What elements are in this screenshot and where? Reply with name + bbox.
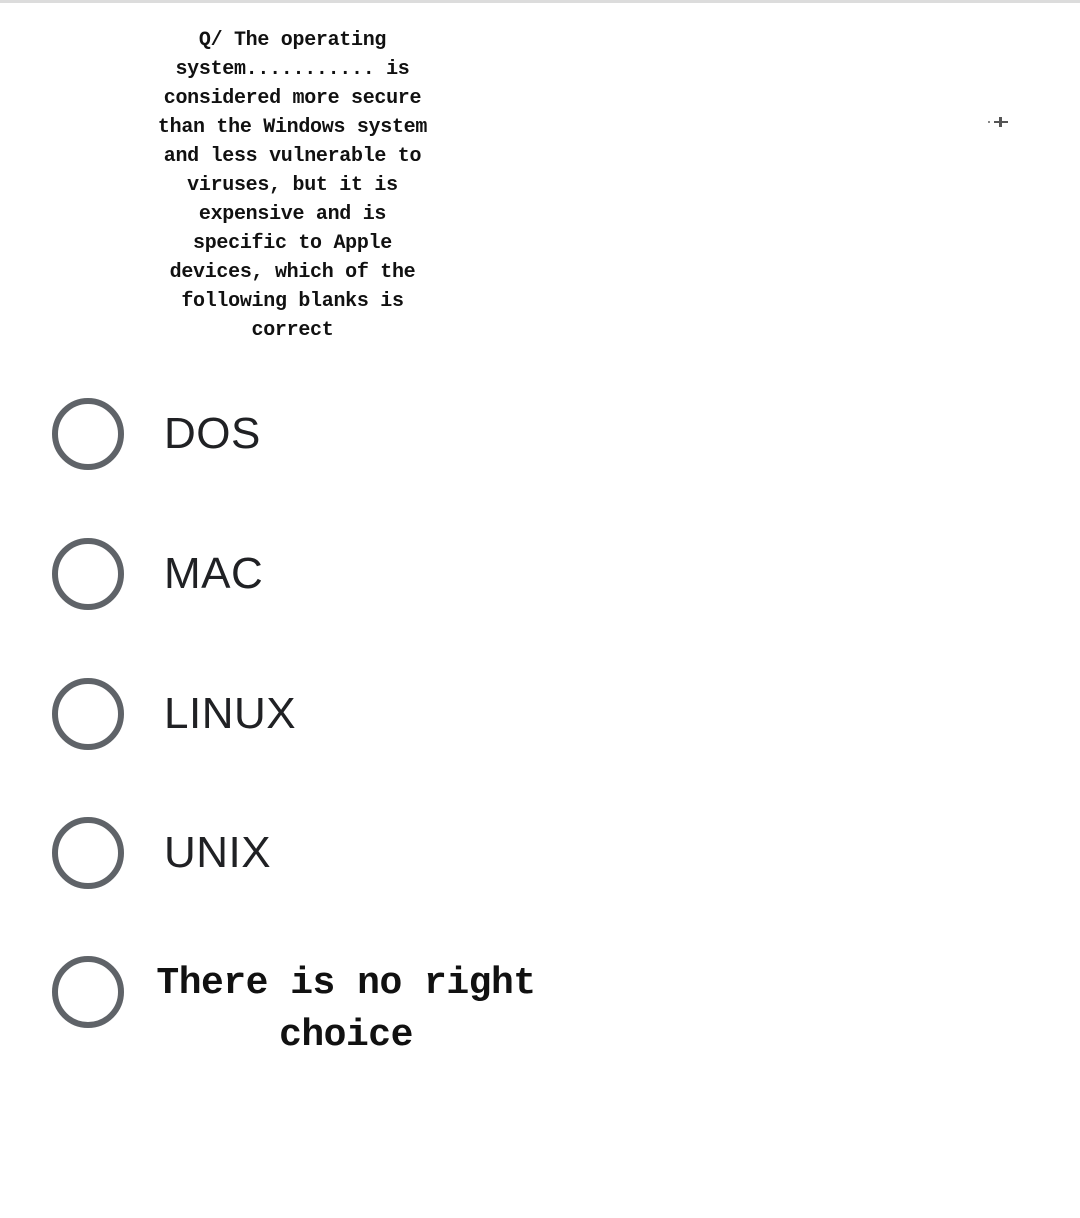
move-cursor-icon [988,116,1012,128]
question-text: Q/ The operating system........... is co… [157,29,428,342]
radio-unchecked-icon[interactable] [52,538,124,610]
option-no-right-choice[interactable]: There is no right choice [52,956,556,1057]
option-mac[interactable]: MAC [52,538,263,610]
option-label: UNIX [164,828,272,877]
option-linux[interactable]: LINUX [52,678,296,750]
option-dos[interactable]: DOS [52,398,261,470]
top-border [0,0,1080,3]
radio-unchecked-icon[interactable] [52,678,124,750]
option-unix[interactable]: UNIX [52,817,271,889]
radio-unchecked-icon[interactable] [52,817,124,889]
cursor-dot [988,121,990,123]
radio-unchecked-icon[interactable] [52,956,124,1028]
option-label: DOS [164,409,261,458]
option-label: There is no right choice [156,962,536,1057]
option-label: LINUX [164,689,297,738]
option-label: MAC [164,549,264,598]
radio-unchecked-icon[interactable] [52,398,124,470]
cursor-vertical-bar [999,117,1002,127]
